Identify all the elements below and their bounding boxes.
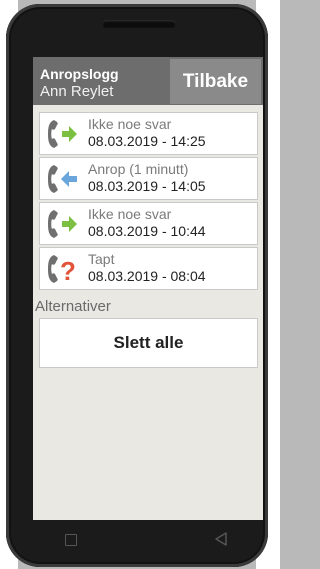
- call-datetime: 08.03.2019 - 14:25: [88, 133, 206, 149]
- system-navbar: [28, 522, 246, 556]
- call-status: Anrop (1 minutt): [88, 161, 189, 177]
- call-log-item[interactable]: Ikke noe svar 08.03.2019 - 14:25: [39, 112, 258, 155]
- call-datetime: 08.03.2019 - 14:05: [88, 178, 206, 194]
- outgoing-call-icon: [48, 210, 77, 238]
- call-status: Ikke noe svar: [88, 116, 172, 132]
- phone-screen: Anropslogg Ann Reylet Tilbake Ikke noe s…: [33, 57, 263, 520]
- contact-name: Ann Reylet: [40, 83, 114, 100]
- svg-text:?: ?: [60, 256, 76, 286]
- page-title: Anropslogg: [40, 66, 119, 82]
- call-log-item[interactable]: ? Tapt 08.03.2019 - 08:04: [39, 247, 258, 290]
- recent-apps-icon[interactable]: [65, 534, 77, 546]
- phone-frame: Anropslogg Ann Reylet Tilbake Ikke noe s…: [6, 4, 268, 567]
- call-log-item[interactable]: Anrop (1 minutt) 08.03.2019 - 14:05: [39, 157, 258, 200]
- earpiece-speaker: [102, 20, 176, 28]
- call-datetime: 08.03.2019 - 08:04: [88, 268, 206, 284]
- delete-all-button[interactable]: Slett alle: [39, 318, 258, 368]
- outgoing-call-icon: [48, 120, 77, 148]
- incoming-call-icon: [48, 165, 77, 193]
- app-header: Anropslogg Ann Reylet Tilbake: [33, 57, 263, 105]
- back-button[interactable]: Tilbake: [170, 59, 261, 104]
- call-log-item[interactable]: Ikke noe svar 08.03.2019 - 10:44: [39, 202, 258, 245]
- missed-call-icon: ?: [48, 255, 76, 286]
- call-status: Ikke noe svar: [88, 206, 172, 222]
- section-label-alternatives: Alternativer: [35, 298, 111, 315]
- back-icon[interactable]: [214, 531, 228, 547]
- call-status: Tapt: [88, 251, 115, 267]
- call-datetime: 08.03.2019 - 10:44: [88, 223, 206, 239]
